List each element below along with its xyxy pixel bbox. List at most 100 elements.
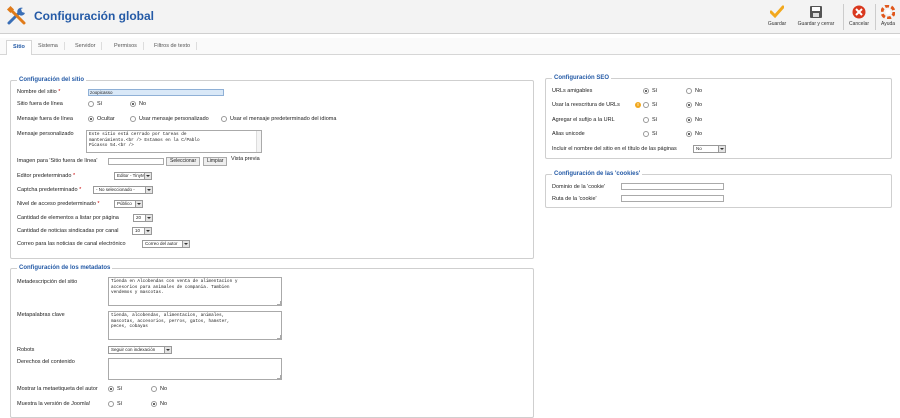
suffix-yes-radio[interactable] bbox=[643, 117, 649, 123]
show-author-no-label: No bbox=[160, 386, 168, 392]
chevron-down-icon bbox=[144, 228, 151, 234]
offline-msg-custom-label: Usar mensaje personalizado bbox=[139, 116, 209, 122]
feed-email-select[interactable]: Correo del autor bbox=[142, 240, 190, 248]
offline-msg-hide-radio[interactable] bbox=[88, 116, 94, 122]
feed-email-value: Correo del autor bbox=[145, 241, 178, 246]
cancel-icon bbox=[852, 5, 866, 19]
feed-limit-select[interactable]: 10 bbox=[132, 227, 152, 235]
unicode-no-radio[interactable] bbox=[686, 131, 692, 137]
suffix-no-radio[interactable] bbox=[686, 117, 692, 123]
site-settings-panel: Configuración del sitio Nombre del sitio… bbox=[10, 77, 534, 259]
cancel-button[interactable]: Cancelar bbox=[847, 5, 871, 27]
show-version-yes-radio[interactable] bbox=[108, 401, 114, 407]
chevron-down-icon bbox=[145, 215, 152, 221]
show-author-yes-radio[interactable] bbox=[108, 386, 114, 392]
editor-select[interactable]: Editor - TinyMCE bbox=[114, 172, 152, 180]
help-label: Ayuda bbox=[880, 21, 896, 27]
tab-servidor[interactable]: Servidor bbox=[69, 42, 103, 50]
list-limit-value: 20 bbox=[136, 215, 142, 220]
clear-image-button[interactable]: Limpiar bbox=[203, 157, 228, 166]
save-button[interactable]: Guardar bbox=[766, 5, 788, 27]
tab-filtros-texto[interactable]: Filtros de texto bbox=[148, 42, 198, 50]
custom-message-textarea[interactable]: Este sitio está cerrado por tareas de ma… bbox=[86, 130, 262, 153]
unicode-yes-radio[interactable] bbox=[643, 131, 649, 137]
robots-select[interactable]: Seguir con indexación bbox=[108, 346, 172, 354]
toolbar-divider bbox=[875, 4, 876, 30]
editor-label: Editor predeterminado * bbox=[17, 173, 76, 179]
metadata-settings-panel: Configuración de los metadatos Metadescr… bbox=[10, 265, 534, 418]
offline-msg-custom-radio[interactable] bbox=[130, 116, 136, 122]
url-suffix-label: Agregar el sufijo a la URL bbox=[552, 117, 615, 123]
meta-keywords-textarea[interactable]: tienda, alcobendas, alimentacion, animal… bbox=[108, 311, 282, 340]
rewrite-yes-radio[interactable] bbox=[643, 102, 649, 108]
cookie-domain-input[interactable] bbox=[621, 183, 724, 190]
chevron-down-icon bbox=[135, 201, 142, 207]
offline-msg-default-radio[interactable] bbox=[221, 116, 227, 122]
show-author-yes-label: Sí bbox=[117, 386, 123, 392]
cookie-path-input[interactable] bbox=[621, 195, 724, 202]
sef-no-radio[interactable] bbox=[686, 88, 692, 94]
suffix-no-label: No bbox=[695, 117, 703, 123]
offline-no-radio[interactable] bbox=[130, 101, 136, 107]
feed-email-label: Correo para las noticias de canal electr… bbox=[17, 241, 126, 247]
resize-grip-icon[interactable] bbox=[277, 301, 281, 305]
sef-no-label: No bbox=[695, 88, 703, 94]
offline-msg-default-label: Usar el mensaje predeterminado del idiom… bbox=[230, 116, 337, 122]
meta-description-label: Metadescripción del sitio bbox=[17, 279, 78, 285]
feed-limit-value: 10 bbox=[135, 228, 141, 233]
rewrite-no-radio[interactable] bbox=[686, 102, 692, 108]
list-limit-select[interactable]: 20 bbox=[133, 214, 153, 222]
sef-yes-label: Sí bbox=[652, 88, 658, 94]
help-button[interactable]: Ayuda bbox=[878, 5, 898, 27]
resize-grip-icon[interactable] bbox=[277, 375, 281, 379]
help-lifebuoy-icon bbox=[881, 5, 895, 19]
chevron-down-icon bbox=[145, 187, 152, 193]
access-level-label: Nivel de acceso predeterminado * bbox=[17, 201, 100, 207]
meta-description-textarea[interactable]: Tienda en Alcobendas con venta de alimen… bbox=[108, 277, 282, 306]
list-limit-label: Cantidad de elementos a listar por págin… bbox=[17, 215, 119, 221]
content-rights-textarea[interactable] bbox=[108, 358, 282, 380]
site-name-input[interactable]: zoopicasso bbox=[88, 89, 224, 96]
toolbar-divider bbox=[843, 4, 844, 30]
select-image-button[interactable]: Seleccionar bbox=[166, 157, 201, 166]
access-level-select[interactable]: Público bbox=[114, 200, 143, 208]
show-author-no-radio[interactable] bbox=[151, 386, 157, 392]
cookie-path-label: Ruta de la 'cookie' bbox=[552, 196, 597, 202]
cookie-domain-label: Dominio de la 'cookie' bbox=[552, 184, 606, 190]
rewrite-yes-label: Sí bbox=[652, 102, 658, 108]
cancel-label: Cancelar bbox=[848, 21, 869, 27]
save-close-button[interactable]: Guardar y cerrar bbox=[795, 5, 837, 27]
show-author-label: Mostrar la metaetiqueta del autor bbox=[17, 386, 98, 392]
unicode-alias-label: Alias unicode bbox=[552, 131, 585, 137]
custom-message-label: Mensaje personalizado bbox=[17, 131, 74, 137]
sef-yes-radio[interactable] bbox=[643, 88, 649, 94]
seo-legend: Configuración SEO bbox=[552, 75, 612, 81]
unicode-no-label: No bbox=[695, 131, 703, 137]
metadata-legend: Configuración de los metadatos bbox=[17, 265, 113, 271]
save-label: Guardar bbox=[767, 21, 787, 27]
tab-sitio[interactable]: Sitio bbox=[6, 40, 32, 55]
captcha-select[interactable]: - No seleccionado - bbox=[93, 186, 153, 194]
captcha-label: Captcha predeterminado * bbox=[17, 187, 82, 193]
resize-grip-icon[interactable] bbox=[277, 335, 281, 339]
captcha-value: - No seleccionado - bbox=[96, 187, 135, 192]
show-version-no-radio[interactable] bbox=[151, 401, 157, 407]
offline-yes-radio[interactable] bbox=[88, 101, 94, 107]
offline-image-input[interactable] bbox=[108, 158, 164, 165]
textarea-scrollbar[interactable] bbox=[256, 131, 261, 152]
preview-label: Vista previa bbox=[231, 156, 260, 162]
site-name-label: Nombre del sitio * bbox=[17, 89, 61, 95]
robots-value: Seguir con indexación bbox=[111, 347, 156, 352]
show-version-no-label: No bbox=[160, 401, 168, 407]
chevron-down-icon bbox=[164, 347, 171, 353]
chevron-down-icon bbox=[182, 241, 189, 247]
suffix-yes-label: Sí bbox=[652, 117, 658, 123]
tab-permisos[interactable]: Permisos bbox=[108, 42, 144, 50]
offline-no-label: No bbox=[139, 101, 147, 107]
unicode-yes-label: Sí bbox=[652, 131, 658, 137]
offline-label: Sitio fuera de línea bbox=[17, 101, 63, 107]
sitename-title-select[interactable]: No bbox=[693, 145, 726, 153]
feed-limit-label: Cantidad de noticias sindicadas por cana… bbox=[17, 228, 119, 234]
tab-sistema[interactable]: Sistema bbox=[32, 42, 65, 50]
cookie-settings-panel: Configuración de las 'cookies' Dominio d… bbox=[545, 171, 892, 208]
